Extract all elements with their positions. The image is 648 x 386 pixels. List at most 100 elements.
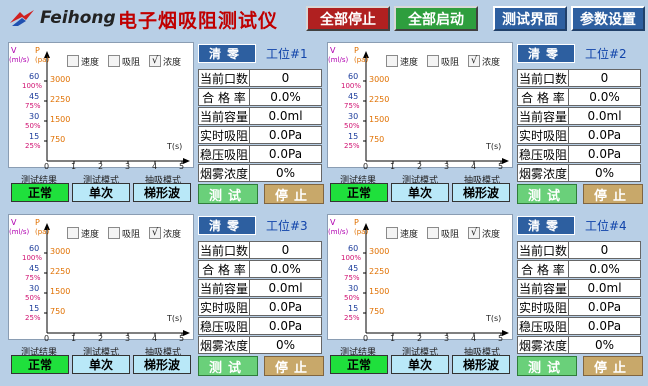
concentration-checkbox[interactable]: √ 浓度 — [468, 226, 500, 240]
resistance-checkbox-box[interactable] — [427, 55, 439, 67]
concentration-checkbox-box[interactable]: √ — [468, 227, 480, 239]
current-volume-value: 0.0ml — [250, 279, 322, 297]
row-current-puffs: 当前口数 0 — [198, 241, 324, 260]
zero-button[interactable]: 清零 — [517, 44, 575, 63]
steady-resistance-label: 稳压吸阻 — [198, 145, 250, 163]
y1-unit: (ml/s) — [9, 228, 30, 236]
station-header: 清零 工位#3 — [196, 214, 326, 236]
concentration-checkbox[interactable]: √ 浓度 — [149, 54, 181, 68]
result-label: 测试结果 — [339, 348, 376, 358]
puff-wave-button[interactable]: 梯形波 — [452, 355, 510, 374]
x-tick-label: 4 — [471, 162, 476, 169]
speed-checkbox[interactable]: 速度 — [386, 226, 418, 240]
y2-unit-p: P — [35, 46, 40, 55]
resistance-checkbox-box[interactable] — [108, 227, 120, 239]
resistance-checkbox[interactable]: 吸阻 — [427, 54, 459, 68]
row-current-puffs: 当前口数 0 — [517, 241, 643, 260]
resistance-checkbox[interactable]: 吸阻 — [108, 54, 140, 68]
test-mode-button[interactable]: 单次 — [391, 355, 449, 374]
puff-wave-button[interactable]: 梯形波 — [133, 355, 191, 374]
speed-checkbox-box[interactable] — [386, 227, 398, 239]
y-tick-label: 45 — [348, 264, 358, 273]
current-volume-value: 0.0ml — [569, 279, 641, 297]
test-view-button[interactable]: 测试界面 — [493, 6, 567, 31]
speed-checkbox[interactable]: 速度 — [67, 54, 99, 68]
current-volume-label: 当前容量 — [517, 279, 569, 297]
row-smoke-concentration: 烟雾浓度 0% — [517, 164, 643, 183]
smoke-concentration-value: 0% — [569, 164, 641, 182]
pass-rate-label: 合 格 率 — [517, 88, 569, 106]
status-labels: 测试结果 测试模式 抽吸模式 — [8, 173, 194, 186]
x-tick-label: 1 — [71, 334, 76, 341]
puff-wave-button[interactable]: 梯形波 — [133, 183, 191, 202]
test-button[interactable]: 测试 — [198, 184, 258, 204]
curve-plot: V (ml/s) P (pa) 60 45 30 15 100% 75% 50%… — [327, 214, 513, 341]
stop-button[interactable]: 停止 — [264, 184, 324, 204]
resistance-checkbox[interactable]: 吸阻 — [427, 226, 459, 240]
concentration-checkbox-label: 浓度 — [163, 57, 182, 68]
parameter-settings-button[interactable]: 参数设置 — [571, 6, 645, 31]
current-puffs-value: 0 — [250, 69, 322, 87]
stop-button[interactable]: 停止 — [264, 356, 324, 376]
y-tick-label: 30 — [29, 112, 39, 121]
current-puffs-value: 0 — [250, 241, 322, 259]
x-tick-label: 0 — [44, 162, 49, 169]
test-mode-button[interactable]: 单次 — [391, 183, 449, 202]
y-tick-label: 60 — [29, 244, 39, 253]
concentration-checkbox-label: 浓度 — [163, 229, 182, 240]
row-steady-resistance: 稳压吸阻 0.0Pa — [517, 145, 643, 164]
mode-label: 测试模式 — [82, 348, 119, 358]
stop-all-button[interactable]: 全部停止 — [306, 6, 390, 31]
station-info: 清零 工位#4 当前口数 0 合 格 率 0.0% 当前容量 0.0ml 实时吸… — [515, 214, 645, 376]
y-tick-label: 15 — [348, 304, 358, 313]
wave-label: 抽吸模式 — [463, 176, 500, 186]
test-button[interactable]: 测试 — [198, 356, 258, 376]
pass-rate-label: 合 格 率 — [517, 260, 569, 278]
y-tick-label: 15 — [348, 132, 358, 141]
test-mode-button[interactable]: 单次 — [72, 183, 130, 202]
start-all-button[interactable]: 全部启动 — [394, 6, 478, 31]
station-panel-1: V (ml/s) P (pa) 60 45 30 15 100% 75% 50%… — [8, 42, 326, 210]
concentration-checkbox-box[interactable]: √ — [149, 55, 161, 67]
speed-checkbox-box[interactable] — [386, 55, 398, 67]
speed-checkbox-box[interactable] — [67, 55, 79, 67]
current-puffs-value: 0 — [569, 69, 641, 87]
row-realtime-resistance: 实时吸阻 0.0Pa — [517, 298, 643, 317]
x-tick-label: 3 — [444, 162, 449, 169]
puff-wave-button[interactable]: 梯形波 — [452, 183, 510, 202]
y2-tick-label: 3000 — [50, 75, 70, 84]
stop-button[interactable]: 停止 — [583, 356, 643, 376]
status-labels: 测试结果 测试模式 抽吸模式 — [8, 345, 194, 358]
speed-checkbox[interactable]: 速度 — [386, 54, 418, 68]
resistance-checkbox[interactable]: 吸阻 — [108, 226, 140, 240]
concentration-checkbox-box[interactable]: √ — [149, 227, 161, 239]
mode-label: 测试模式 — [82, 176, 119, 186]
y-tick-pct: 50% — [344, 294, 360, 302]
concentration-checkbox[interactable]: √ 浓度 — [468, 54, 500, 68]
speed-checkbox-label: 速度 — [81, 229, 100, 240]
speed-checkbox-box[interactable] — [67, 227, 79, 239]
zero-button[interactable]: 清零 — [517, 216, 575, 235]
y-tick-pct: 100% — [22, 82, 42, 90]
speed-checkbox[interactable]: 速度 — [67, 226, 99, 240]
row-pass-rate: 合 格 率 0.0% — [517, 88, 643, 107]
zero-button[interactable]: 清零 — [198, 216, 256, 235]
current-volume-value: 0.0ml — [569, 107, 641, 125]
test-button[interactable]: 测试 — [517, 184, 577, 204]
steady-resistance-label: 稳压吸阻 — [517, 317, 569, 335]
concentration-checkbox[interactable]: √ 浓度 — [149, 226, 181, 240]
steady-resistance-value: 0.0Pa — [250, 145, 322, 163]
wave-label: 抽吸模式 — [144, 176, 181, 186]
test-button[interactable]: 测试 — [517, 356, 577, 376]
y2-unit: (pa) — [35, 228, 49, 236]
stop-button[interactable]: 停止 — [583, 184, 643, 204]
resistance-checkbox-box[interactable] — [427, 227, 439, 239]
y2-tick-label: 2250 — [50, 267, 70, 276]
status-buttons: 正常 单次 梯形波 — [8, 183, 194, 203]
test-mode-button[interactable]: 单次 — [72, 355, 130, 374]
resistance-checkbox-box[interactable] — [108, 55, 120, 67]
zero-button[interactable]: 清零 — [198, 44, 256, 63]
x-tick-label: 5 — [498, 334, 503, 341]
concentration-checkbox-box[interactable]: √ — [468, 55, 480, 67]
x-tick-label: 2 — [98, 334, 103, 341]
